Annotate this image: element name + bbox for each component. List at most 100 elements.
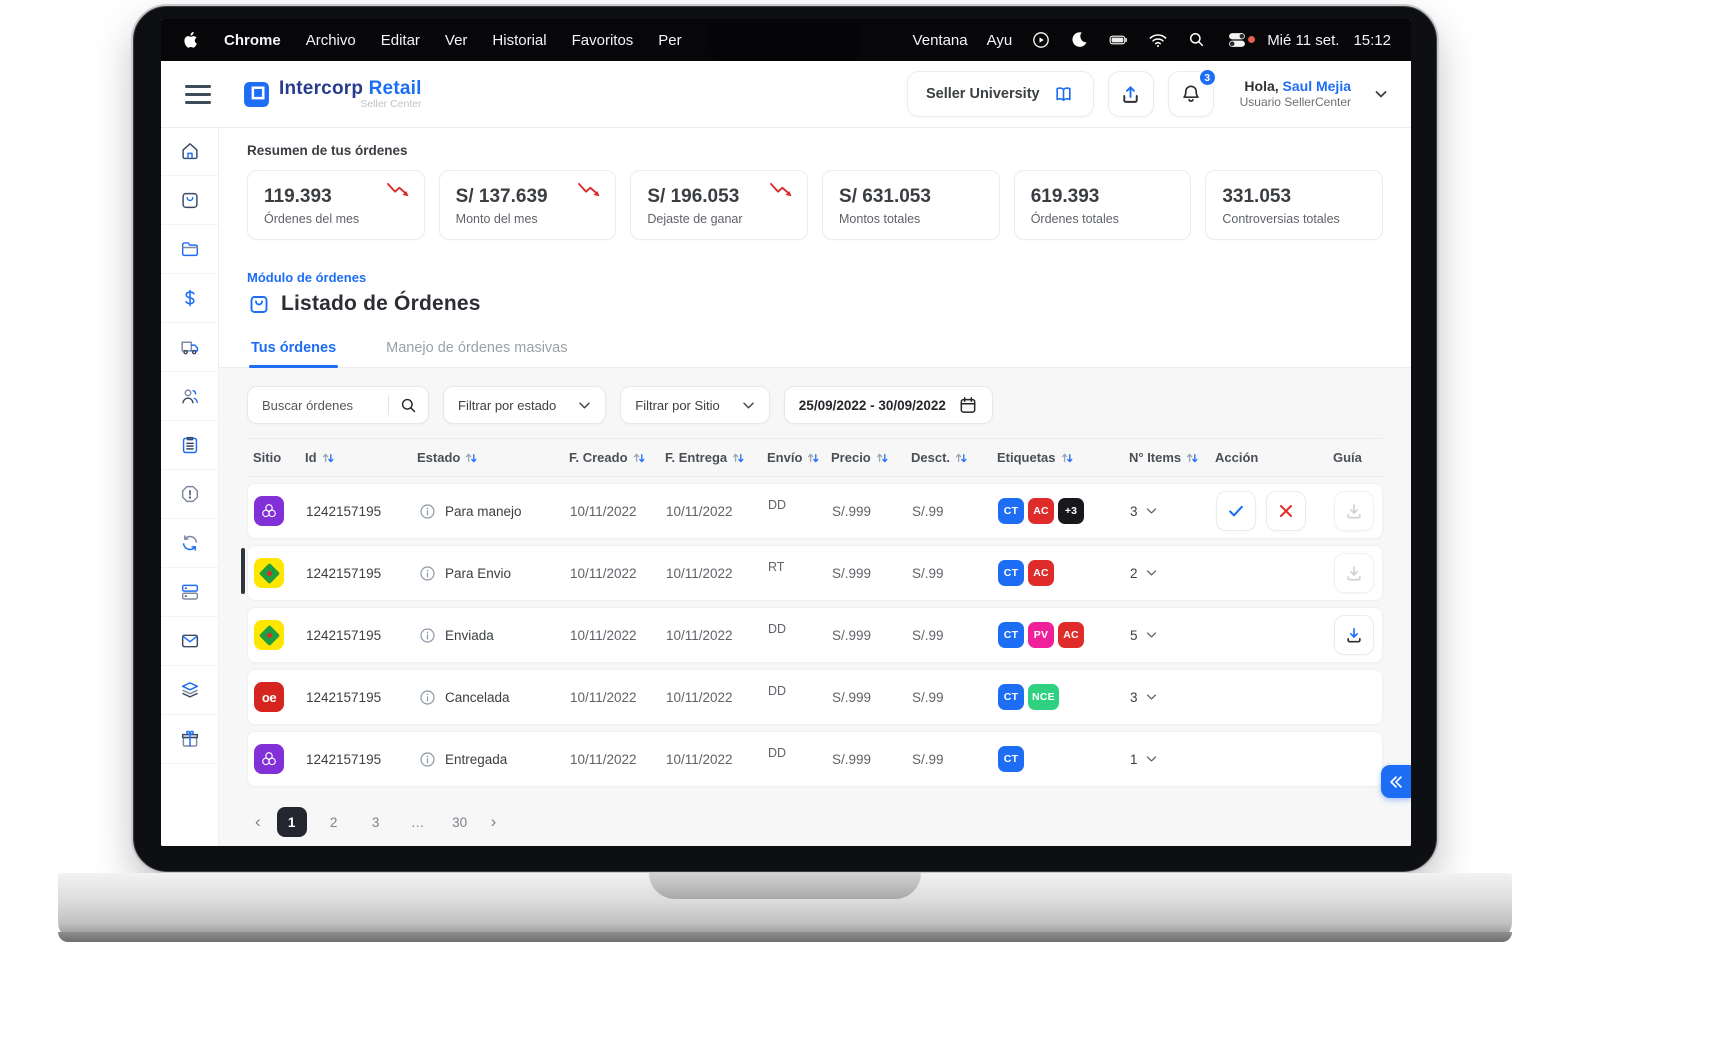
tag-CT[interactable]: CT: [998, 684, 1024, 710]
pagination-page-2[interactable]: 2: [319, 807, 349, 837]
download-guide-button[interactable]: [1334, 615, 1374, 655]
cell-n-items[interactable]: 5: [1130, 628, 1216, 643]
column-header-etiquetas[interactable]: Etiquetas: [997, 450, 1129, 465]
table-row[interactable]: oe1242157195Cancelada10/11/202210/11/202…: [247, 669, 1383, 725]
search-icon[interactable]: [399, 396, 418, 415]
column-header-precio[interactable]: Precio: [831, 450, 911, 465]
tab-manejo-de-rdenes-masivas[interactable]: Manejo de órdenes masivas: [384, 330, 569, 367]
table-row[interactable]: 1242157195Enviada10/11/202210/11/2022DDS…: [247, 607, 1383, 663]
sidebar-item-folder[interactable]: [161, 225, 218, 274]
sidebar-item-shipping-truck[interactable]: [161, 323, 218, 372]
tag-CT[interactable]: CT: [998, 560, 1024, 586]
tag-CT[interactable]: CT: [998, 746, 1024, 772]
tag-AC[interactable]: AC: [1028, 560, 1054, 586]
tag-PV[interactable]: PV: [1028, 622, 1054, 648]
table-row[interactable]: 1242157195Entregada10/11/202210/11/2022D…: [247, 731, 1383, 787]
tab-tus-rdenes[interactable]: Tus órdenes: [249, 330, 338, 367]
menu-item-historial[interactable]: Historial: [492, 32, 546, 49]
date-range-picker[interactable]: 25/09/2022 - 30/09/2022: [784, 386, 993, 424]
sort-arrows-icon[interactable]: [731, 452, 745, 464]
pagination-page-30[interactable]: 30: [445, 807, 475, 837]
sort-arrows-icon[interactable]: [464, 452, 478, 464]
pagination-next[interactable]: ›: [487, 812, 501, 832]
table-row[interactable]: 1242157195Para Envio10/11/202210/11/2022…: [247, 545, 1383, 601]
column-header-env-o[interactable]: Envío: [767, 450, 831, 465]
sidebar-item-sync[interactable]: [161, 519, 218, 568]
site-icon-yellow-marketplace[interactable]: [254, 620, 284, 650]
cell-n-items[interactable]: 3: [1130, 504, 1216, 519]
search-icon[interactable]: [1187, 30, 1207, 50]
sidebar-item-customers[interactable]: [161, 372, 218, 421]
control-center-wrap[interactable]: [1226, 30, 1248, 50]
menu-item-ventana[interactable]: Ventana: [913, 32, 968, 49]
upload-button[interactable]: [1108, 71, 1154, 117]
notifications-button[interactable]: 3: [1168, 71, 1214, 117]
pagination-page-…[interactable]: …: [403, 807, 433, 837]
pagination-page-1[interactable]: 1: [277, 807, 307, 837]
filter-estado-dropdown[interactable]: Filtrar por estado: [443, 386, 606, 424]
cell-n-items[interactable]: 2: [1130, 566, 1216, 581]
menubar-clock[interactable]: Mié 11 set.15:12: [1267, 32, 1391, 49]
moon-icon[interactable]: [1070, 30, 1090, 50]
cell-n-items[interactable]: 3: [1130, 690, 1216, 705]
battery-icon[interactable]: [1109, 30, 1129, 50]
menu-hamburger-icon[interactable]: [177, 73, 219, 115]
table-row[interactable]: 1242157195Para manejo10/11/202210/11/202…: [247, 483, 1383, 539]
seller-university-button[interactable]: Seller University: [907, 71, 1094, 117]
reject-order-button[interactable]: [1266, 491, 1306, 531]
sort-arrows-icon[interactable]: [954, 452, 968, 464]
info-icon[interactable]: [418, 750, 437, 769]
approve-order-button[interactable]: [1216, 491, 1256, 531]
tag-AC[interactable]: AC: [1058, 622, 1084, 648]
sort-arrows-icon[interactable]: [875, 452, 889, 464]
sidebar-item-payments-dollar[interactable]: [161, 274, 218, 323]
filter-sitio-dropdown[interactable]: Filtrar por Sitio: [620, 386, 770, 424]
tag-NCE[interactable]: NCE: [1028, 684, 1059, 710]
sort-arrows-icon[interactable]: [806, 452, 820, 464]
column-header-n-items[interactable]: N° Items: [1129, 450, 1215, 465]
sidebar-item-orders-bag[interactable]: [161, 176, 218, 225]
scroll-indicator[interactable]: [241, 548, 245, 594]
info-icon[interactable]: [418, 626, 437, 645]
column-header-f-creado[interactable]: F. Creado: [569, 450, 665, 465]
info-icon[interactable]: [418, 502, 437, 521]
sidebar-item-home[interactable]: [161, 127, 218, 176]
sort-arrows-icon[interactable]: [321, 452, 335, 464]
download-guide-button-disabled[interactable]: [1334, 491, 1374, 531]
sort-arrows-icon[interactable]: [1060, 452, 1074, 464]
column-header-f-entrega[interactable]: F. Entrega: [665, 450, 767, 465]
search-orders-box[interactable]: [247, 386, 429, 424]
apple-menu-icon[interactable]: [181, 30, 199, 50]
site-icon-purple-marketplace[interactable]: [254, 496, 284, 526]
site-icon-purple-marketplace[interactable]: [254, 744, 284, 774]
user-menu-chevron[interactable]: [1373, 86, 1389, 102]
column-header-id[interactable]: Id: [305, 450, 417, 465]
search-orders-input[interactable]: [262, 398, 384, 413]
menu-item-ver[interactable]: Ver: [445, 32, 468, 49]
download-guide-button-disabled[interactable]: [1334, 553, 1374, 593]
menu-item-editar[interactable]: Editar: [381, 32, 420, 49]
site-icon-oechsle[interactable]: oe: [254, 682, 284, 712]
sidebar-item-messages-mail[interactable]: [161, 617, 218, 666]
pagination-prev[interactable]: ‹: [251, 812, 265, 832]
menu-item-ayu[interactable]: Ayu: [987, 32, 1013, 49]
sort-arrows-icon[interactable]: [632, 452, 646, 464]
wifi-icon[interactable]: [1148, 30, 1168, 50]
sort-arrows-icon[interactable]: [1185, 452, 1199, 464]
brand-logo[interactable]: Intercorp Retail Seller Center: [243, 78, 422, 110]
tag-AC[interactable]: AC: [1028, 498, 1054, 524]
pagination-page-3[interactable]: 3: [361, 807, 391, 837]
site-icon-yellow-marketplace[interactable]: [254, 558, 284, 588]
tag-CT[interactable]: CT: [998, 622, 1024, 648]
column-header-desct-[interactable]: Desct.: [911, 450, 997, 465]
sidebar-item-catalog-layers[interactable]: [161, 666, 218, 715]
menu-item-favoritos[interactable]: Favoritos: [572, 32, 634, 49]
tag-plus3[interactable]: +3: [1058, 498, 1084, 524]
sidebar-item-promotions-gift[interactable]: [161, 715, 218, 764]
column-header-estado[interactable]: Estado: [417, 450, 569, 465]
panel-collapse-button[interactable]: [1381, 765, 1411, 798]
play-icon[interactable]: [1031, 30, 1051, 50]
sidebar-item-alerts[interactable]: [161, 470, 218, 519]
sidebar-item-inventory-server[interactable]: [161, 568, 218, 617]
menu-item-per[interactable]: Per: [658, 32, 681, 49]
